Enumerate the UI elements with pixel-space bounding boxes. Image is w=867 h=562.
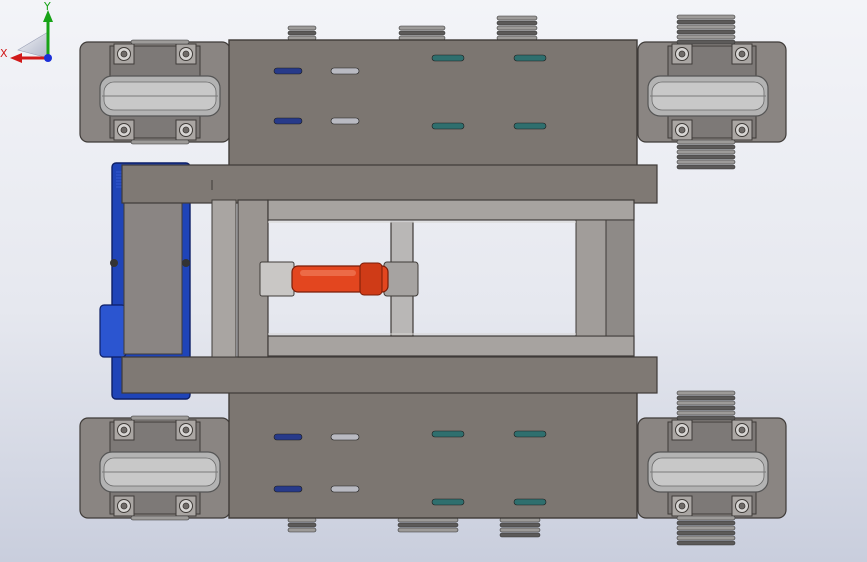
triad-x-label: X (0, 47, 8, 60)
triad-y-label: Y (43, 0, 51, 13)
view-triad: Y X (0, 0, 53, 63)
cad-graphics-viewport[interactable]: Y X (0, 0, 867, 562)
wheel-assembly-bottom-left[interactable] (79, 415, 231, 521)
triad-z-axis (44, 54, 52, 62)
hydraulic-cylinder[interactable] (259, 261, 389, 297)
wheel-assembly-top-right[interactable] (637, 14, 787, 170)
chassis-model[interactable] (0, 0, 867, 562)
wheel-assembly-top-left[interactable] (79, 39, 231, 145)
wheel-assembly-bottom-right[interactable] (637, 390, 787, 546)
